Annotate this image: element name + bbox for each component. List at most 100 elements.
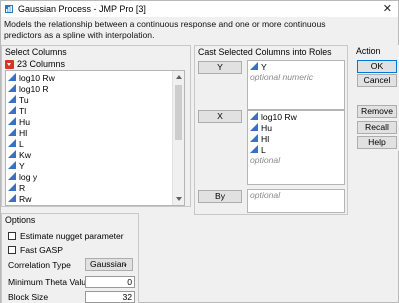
correlation-type-value: Gaussian — [90, 259, 127, 269]
continuous-column-icon — [250, 133, 261, 144]
correlation-type-select[interactable]: Gaussian ⌄ — [85, 258, 133, 271]
list-item[interactable]: R — [6, 182, 172, 193]
estimate-nugget-label: Estimate nugget parameter — [20, 231, 124, 241]
select-columns-panel: Select Columns 23 Columns log10 Rw log10 … — [1, 45, 191, 207]
list-item[interactable]: log10 Rw — [6, 72, 172, 83]
list-item[interactable]: Tu — [6, 94, 172, 105]
continuous-column-icon — [8, 149, 19, 160]
list-item-label: log y — [19, 171, 38, 182]
continuous-column-icon — [250, 122, 261, 133]
continuous-column-icon — [8, 171, 19, 182]
by-role-button[interactable]: By — [198, 190, 242, 203]
cast-roles-panel: Cast Selected Columns into Roles Y Y opt… — [194, 45, 348, 215]
cancel-button[interactable]: Cancel — [357, 74, 397, 87]
help-button[interactable]: Help — [357, 136, 397, 149]
list-item-label: log10 R — [19, 83, 49, 94]
list-item-label: Tu — [19, 94, 29, 105]
list-item[interactable]: Rw — [6, 193, 172, 204]
by-role-box[interactable]: optional — [247, 189, 345, 213]
correlation-type-label: Correlation Type — [8, 260, 71, 270]
block-size-label: Block Size — [8, 292, 49, 302]
min-theta-input[interactable]: 0 — [85, 276, 135, 288]
chevron-down-icon: ⌄ — [122, 261, 128, 268]
list-item[interactable]: L — [6, 138, 172, 149]
list-item-label: Hl — [19, 127, 28, 138]
fast-gasp-label: Fast GASP — [20, 245, 63, 255]
list-item[interactable]: Tl — [6, 105, 172, 116]
continuous-column-icon — [8, 193, 19, 204]
min-theta-label: Minimum Theta Value — [8, 277, 91, 287]
recall-button[interactable]: Recall — [357, 121, 397, 134]
columns-count-row[interactable]: 23 Columns — [5, 59, 65, 69]
list-item-label: Hu — [261, 122, 272, 133]
list-item-label: Rw — [19, 193, 32, 204]
list-item[interactable]: Hl — [248, 133, 344, 144]
options-title: Options — [5, 215, 36, 225]
list-item[interactable]: Hu — [248, 122, 344, 133]
list-item-label: Hu — [19, 116, 30, 127]
continuous-column-icon — [8, 105, 19, 116]
options-panel: Options Estimate nugget parameter Fast G… — [1, 213, 139, 303]
column-list[interactable]: log10 Rw log10 R Tu Tl Hu Hl L Kw Ylog y R Rw — [5, 70, 185, 206]
list-item[interactable]: Kw — [6, 149, 172, 160]
continuous-column-icon — [8, 83, 19, 94]
continuous-column-icon — [8, 72, 19, 83]
column-list-items: log10 Rw log10 R Tu Tl Hu Hl L Kw Ylog y R Rw — [6, 72, 172, 204]
close-icon[interactable]: ✕ — [383, 3, 392, 15]
list-item[interactable]: log10 Rw — [248, 111, 344, 122]
remove-button[interactable]: Remove — [357, 105, 397, 118]
list-item-label: log10 Rw — [19, 72, 55, 83]
fast-gasp-checkbox[interactable]: Fast GASP — [8, 245, 63, 255]
list-item-label: Tl — [19, 105, 27, 116]
list-item[interactable]: Y — [248, 61, 344, 72]
y-role-items: Y — [248, 61, 344, 72]
block-size-input[interactable]: 32 — [85, 291, 135, 303]
scroll-down-icon[interactable] — [176, 197, 182, 201]
red-triangle-menu-icon[interactable] — [5, 59, 14, 69]
x-role-box[interactable]: log10 Rw Hu Hl L optional — [247, 110, 345, 185]
continuous-column-icon — [8, 127, 19, 138]
x-role-button[interactable]: X — [198, 110, 242, 123]
select-columns-title: Select Columns — [5, 47, 67, 57]
continuous-column-icon — [8, 116, 19, 127]
x-role-hint: optional — [250, 155, 281, 165]
y-role-box[interactable]: Y optional numeric — [247, 60, 345, 110]
cast-roles-title: Cast Selected Columns into Roles — [198, 47, 332, 57]
action-panel: Action OK Cancel Remove Recall Help — [352, 45, 399, 151]
continuous-column-icon — [8, 182, 19, 193]
continuous-column-icon — [250, 144, 261, 155]
columns-count: 23 Columns — [17, 59, 66, 69]
y-role-button[interactable]: Y — [198, 61, 242, 74]
continuous-column-icon — [8, 160, 19, 171]
by-role-hint: optional — [250, 190, 281, 200]
continuous-column-icon — [8, 138, 19, 149]
continuous-column-icon — [250, 61, 261, 72]
list-item[interactable]: Hu — [6, 116, 172, 127]
action-title: Action — [356, 46, 381, 56]
fast-gasp-check-box[interactable] — [8, 246, 16, 254]
list-item-label: Y — [19, 160, 25, 171]
continuous-column-icon — [250, 111, 261, 122]
x-role-items: log10 Rw Hu Hl L — [248, 111, 344, 155]
list-item-label: log10 Rw — [261, 111, 297, 122]
gaussian-process-dialog: Gaussian Process - JMP Pro [3] ✕ Models … — [0, 0, 399, 303]
ok-button[interactable]: OK — [357, 60, 397, 73]
list-item[interactable]: log y — [6, 171, 172, 182]
list-item[interactable]: log10 R — [6, 83, 172, 94]
list-item-label: R — [19, 182, 26, 193]
list-item-label: L — [19, 138, 24, 149]
jmp-app-icon — [4, 4, 14, 14]
list-item[interactable]: L — [248, 144, 344, 155]
scroll-thumb[interactable] — [175, 85, 182, 140]
estimate-nugget-check-box[interactable] — [8, 232, 16, 240]
scroll-up-icon[interactable] — [176, 75, 182, 79]
continuous-column-icon — [8, 94, 19, 105]
column-list-scrollbar[interactable] — [172, 71, 184, 205]
title-bar: Gaussian Process - JMP Pro [3] ✕ — [1, 1, 398, 17]
list-item[interactable]: Hl — [6, 127, 172, 138]
list-item-label: Hl — [261, 133, 270, 144]
list-item[interactable]: Y — [6, 160, 172, 171]
list-item-label: Kw — [19, 149, 31, 160]
list-item-label: L — [261, 144, 266, 155]
estimate-nugget-checkbox[interactable]: Estimate nugget parameter — [8, 231, 124, 241]
